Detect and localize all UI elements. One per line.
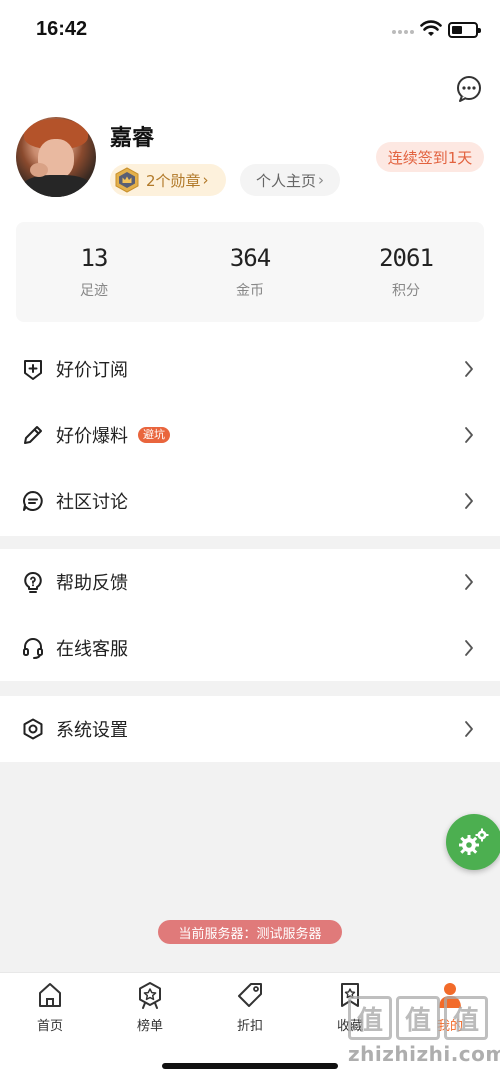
- menu-item-system-settings[interactable]: 系统设置: [0, 696, 500, 762]
- home-indicator: [162, 1063, 338, 1069]
- tab-ranking[interactable]: 榜单: [100, 981, 200, 1041]
- wifi-icon: [420, 20, 442, 36]
- stat-label: 积分: [392, 283, 420, 299]
- tab-home[interactable]: 首页: [0, 981, 100, 1041]
- badges-label: 2个勋章: [146, 171, 201, 190]
- gear-hex-icon: [23, 718, 43, 740]
- chevron-right-icon: [465, 493, 473, 509]
- avatar[interactable]: [16, 117, 96, 197]
- menu-label: 社区讨论: [56, 492, 128, 513]
- menu-item-community[interactable]: 社区讨论: [0, 468, 500, 534]
- watermark-logo: 值值值: [348, 996, 498, 1040]
- signal-dots-icon: [392, 30, 414, 34]
- help-bulb-icon: [24, 571, 42, 593]
- menu-label: 帮助反馈: [56, 573, 128, 594]
- chevron-right-icon: [465, 721, 473, 737]
- ranking-badge-icon: [139, 982, 161, 1009]
- username: 嘉睿: [110, 126, 155, 151]
- status-bar: 16:42: [0, 0, 500, 60]
- watermark-url: zhizhizhi.com: [348, 1042, 500, 1066]
- stat-points[interactable]: 2061 积分: [328, 222, 484, 322]
- tab-label: 折扣: [236, 1019, 263, 1034]
- homepage-button[interactable]: 个人主页 ›: [240, 164, 340, 196]
- menu-item-deal-subscription[interactable]: 好价订阅: [0, 336, 500, 402]
- chevron-right-icon: ›: [318, 171, 324, 189]
- stat-value: 364: [229, 244, 271, 272]
- menu-item-deal-report[interactable]: 好价爆料 避坑: [0, 402, 500, 468]
- avoid-pitfall-tag: 避坑: [138, 427, 170, 443]
- stat-value: 13: [80, 244, 109, 272]
- chevron-right-icon: [465, 361, 473, 377]
- headset-icon: [23, 638, 43, 659]
- gears-icon: [459, 828, 489, 855]
- menu-group-support: 帮助反馈 在线客服: [0, 549, 500, 681]
- checkin-label: 连续签到1天: [387, 148, 473, 167]
- stat-label: 金币: [236, 283, 264, 299]
- chevron-right-icon: ›: [202, 171, 209, 189]
- menu-label: 在线客服: [56, 639, 128, 660]
- menu-label: 好价爆料: [56, 426, 128, 447]
- status-time: 16:42: [36, 18, 88, 40]
- home-icon: [39, 983, 61, 1007]
- stat-footprints[interactable]: 13 足迹: [16, 222, 172, 322]
- tab-discount[interactable]: 折扣: [200, 981, 300, 1041]
- menu-item-help-feedback[interactable]: 帮助反馈: [0, 549, 500, 615]
- menu-label: 好价订阅: [56, 360, 128, 381]
- menu-group-system: 系统设置: [0, 696, 500, 762]
- menu-label: 系统设置: [56, 720, 128, 741]
- chevron-right-icon: [465, 574, 473, 590]
- stat-label: 足迹: [80, 283, 108, 299]
- menu-group-deals: 好价订阅 好价爆料 避坑 社区讨论: [0, 336, 500, 534]
- badges-button[interactable]: 2个勋章 ›: [110, 164, 226, 196]
- tab-label: 首页: [36, 1019, 63, 1034]
- message-icon[interactable]: [456, 76, 482, 102]
- stat-coins[interactable]: 364 金币: [172, 222, 328, 322]
- tab-label: 榜单: [136, 1019, 163, 1034]
- checkin-button[interactable]: 连续签到1天: [376, 142, 484, 172]
- price-tag-icon: [238, 983, 262, 1007]
- server-label: 当前服务器：测试服务器: [178, 926, 322, 942]
- stat-value: 2061: [379, 244, 434, 272]
- battery-icon: [448, 22, 481, 38]
- homepage-label: 个人主页: [255, 171, 316, 190]
- watermark: 值值值 zhizhizhi.com: [348, 996, 500, 1076]
- chevron-right-icon: [465, 640, 473, 656]
- menu-item-online-service[interactable]: 在线客服: [0, 615, 500, 681]
- chat-bubble-icon: [23, 491, 43, 511]
- stats-card: 13 足迹 364 金币 2061 积分: [16, 222, 484, 322]
- chevron-right-icon: [465, 427, 473, 443]
- debug-settings-fab[interactable]: [446, 814, 500, 870]
- plus-shield-icon: [24, 360, 42, 380]
- pencil-icon: [24, 426, 42, 444]
- crown-badge-icon: [115, 167, 139, 193]
- server-indicator: 当前服务器：测试服务器: [158, 920, 342, 944]
